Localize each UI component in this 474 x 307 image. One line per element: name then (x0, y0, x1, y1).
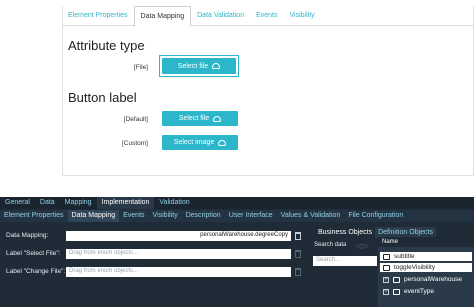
tab-data[interactable]: Data (35, 197, 60, 209)
select-file-button[interactable]: Select file (162, 58, 236, 74)
upload-icon (212, 63, 221, 69)
trash-icon (295, 250, 301, 258)
list-item-label: eventType (404, 288, 434, 295)
expand-icon[interactable]: + (383, 288, 389, 295)
file-label: [File] (133, 64, 148, 71)
upload-icon (213, 115, 222, 122)
trash-icon[interactable] (295, 232, 301, 240)
object-list: Name (378, 237, 474, 307)
editor-tabs-level2: Element Properties Data Mapping Events V… (0, 210, 474, 222)
preview-tabs: Element Properties Data Mapping Data Val… (62, 6, 474, 27)
tab-business-objects[interactable]: Business Objects (315, 227, 375, 238)
search-input[interactable]: Search... (313, 256, 377, 266)
name-column-header: Name (378, 237, 474, 247)
select-file-label-field[interactable]: Drag from enum objects... (66, 249, 291, 259)
select-file-label-field-label: Label "Select File": (6, 250, 61, 257)
object-icon (393, 288, 400, 295)
tab-values-validation[interactable]: Values & Validation (277, 210, 345, 222)
tab-data-mapping[interactable]: Data Mapping (133, 6, 192, 27)
nav-arrows-icon[interactable]: ◁ ▷ (356, 242, 369, 250)
attribute-type-title: Attribute type (68, 38, 145, 53)
preview-area: Element Properties Data Mapping Data Val… (0, 0, 474, 197)
button-label-title: Button label (68, 90, 137, 105)
tab-data-mapping[interactable]: Data Mapping (67, 210, 120, 222)
tab-element-properties[interactable]: Element Properties (62, 6, 134, 26)
list-item[interactable]: toggleVisibility (380, 263, 472, 272)
select-file-label: Select file (177, 62, 209, 70)
object-icon (383, 253, 390, 260)
tab-data-validation[interactable]: Data Validation (191, 6, 250, 26)
change-file-label-field-label: Label "Change File": (6, 268, 66, 275)
tab-implementation[interactable]: Implementation (96, 197, 155, 209)
list-item-label: personalWarehouse (404, 276, 462, 283)
list-item[interactable]: + eventType (380, 287, 434, 296)
search-data-label: Search data (314, 242, 347, 248)
list-item[interactable]: + personalWarehouse (380, 275, 462, 284)
list-item-label: subtitle (394, 253, 415, 260)
tab-validation[interactable]: Validation (154, 197, 194, 209)
custom-label: [Custom] (121, 140, 148, 147)
default-select-file-button[interactable]: Select file (162, 111, 238, 126)
upload-icon (218, 139, 227, 146)
object-icon (393, 276, 400, 283)
object-icon (383, 264, 390, 271)
default-button-label: Select file (178, 115, 210, 122)
data-mapping-field[interactable]: personalWarehouse.degreeCopy (66, 231, 291, 241)
default-label: [Default] (123, 116, 148, 123)
tab-file-configuration[interactable]: File Configuration (344, 210, 407, 222)
change-file-label-field[interactable]: Drag from enum objects... (66, 267, 291, 277)
tab-element-properties[interactable]: Element Properties (0, 210, 68, 222)
trash-icon (295, 268, 301, 276)
expand-icon[interactable]: + (383, 276, 389, 283)
tab-description[interactable]: Description (182, 210, 225, 222)
tab-visibility[interactable]: Visibility (284, 6, 321, 26)
tab-general[interactable]: General (0, 197, 35, 209)
custom-select-image-button[interactable]: Select image (162, 135, 238, 150)
tab-visibility[interactable]: Visibility (149, 210, 182, 222)
tab-events[interactable]: Events (119, 210, 148, 222)
tab-mapping[interactable]: Mapping (60, 197, 97, 209)
tab-user-interface[interactable]: User Interface (225, 210, 277, 222)
custom-button-label: Select image (173, 139, 215, 146)
editor-panel: General Data Mapping Implementation Vali… (0, 197, 474, 307)
data-mapping-label: Data Mapping: (6, 232, 49, 239)
list-item-label: toggleVisibility (394, 264, 436, 271)
list-item[interactable]: subtitle (380, 252, 472, 261)
editor-tabs-level1: General Data Mapping Implementation Vali… (0, 197, 474, 209)
tab-events[interactable]: Events (250, 6, 283, 26)
